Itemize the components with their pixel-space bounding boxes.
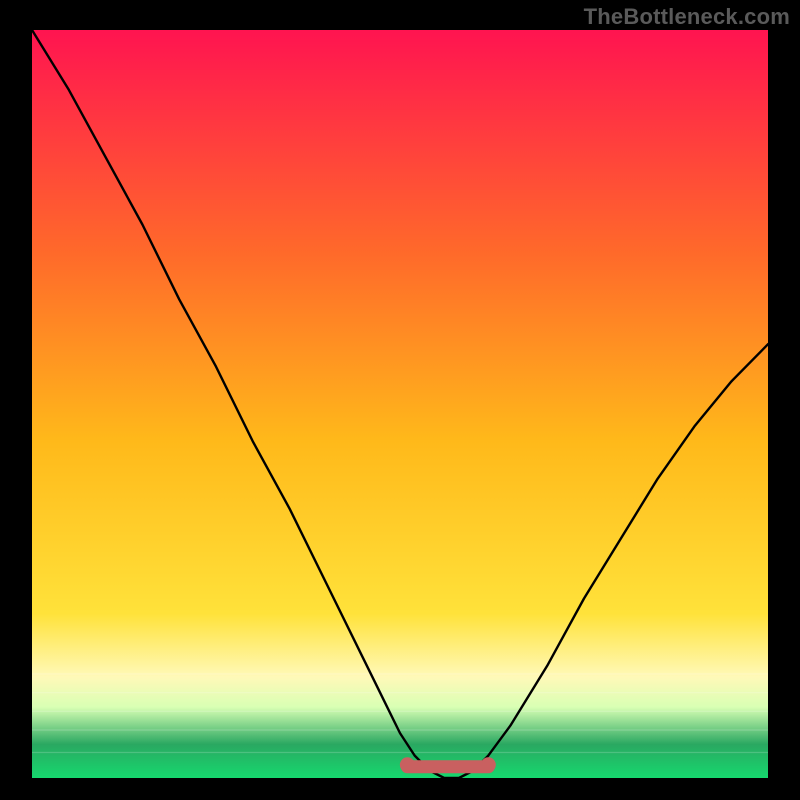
- chart-frame: TheBottleneck.com: [0, 0, 800, 800]
- optimal-range-endpoint: [481, 757, 496, 772]
- gradient-band-line: [32, 752, 768, 753]
- gradient-band-line: [32, 692, 768, 693]
- optimal-range-endpoint: [400, 757, 415, 772]
- watermark-text: TheBottleneck.com: [584, 4, 790, 30]
- bottleneck-chart: [0, 0, 800, 800]
- gradient-band-line: [32, 673, 768, 674]
- gradient-band-line: [32, 711, 768, 712]
- plot-background: [32, 30, 768, 778]
